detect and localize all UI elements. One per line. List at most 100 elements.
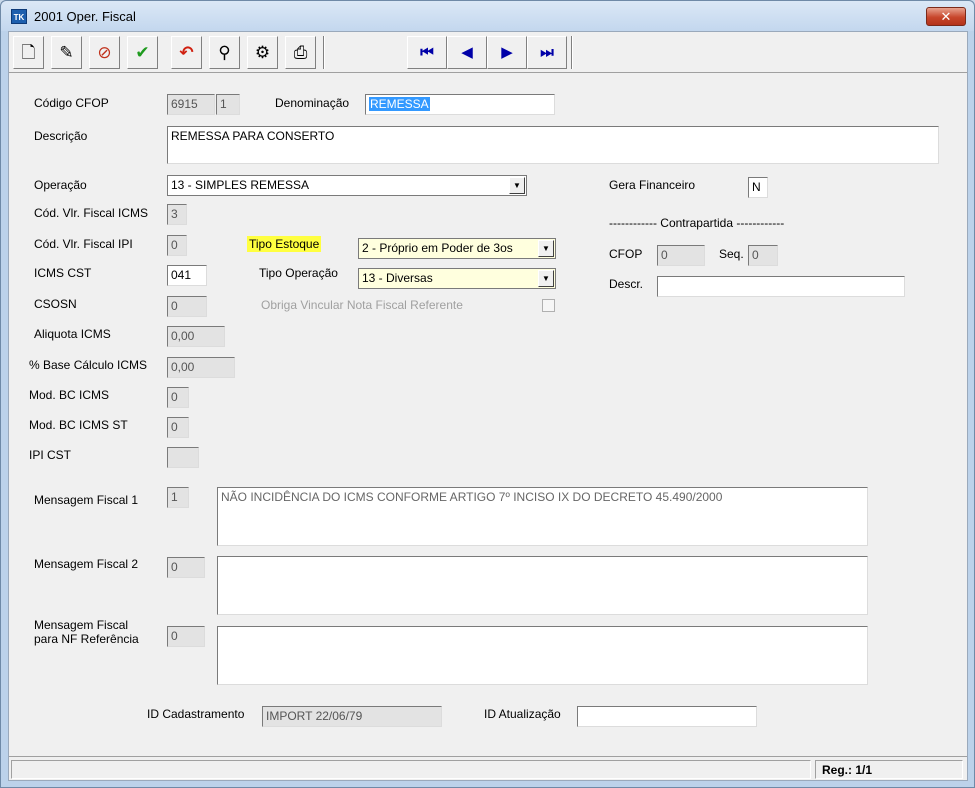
- new-record-button[interactable]: 🗋: [13, 36, 44, 69]
- chevron-down-icon[interactable]: ▼: [538, 240, 554, 257]
- cp-seq-label: Seq.: [719, 247, 744, 261]
- last-icon: ⏭: [540, 44, 554, 61]
- msg2-code-field[interactable]: 0: [167, 557, 205, 578]
- cod-icms-field[interactable]: 3: [167, 204, 187, 225]
- edit-icon: ✎: [59, 43, 74, 62]
- cod-icms-label: Cód. Vlr. Fiscal ICMS: [34, 206, 149, 220]
- msg1-label: Mensagem Fiscal 1: [34, 493, 139, 507]
- aliquota-label: Aliquota ICMS: [34, 327, 111, 341]
- next-icon: ▶: [501, 44, 513, 61]
- prev-icon: ◀: [461, 44, 473, 61]
- last-record-button[interactable]: ⏭: [527, 36, 567, 69]
- record-counter: Reg.: 1/1: [815, 760, 963, 779]
- next-record-button[interactable]: ▶: [487, 36, 527, 69]
- msg3-label-line1: Mensagem Fiscal: [34, 618, 129, 632]
- msg2-text-field[interactable]: [217, 556, 868, 615]
- operacao-value: 13 - SIMPLES REMESSA: [171, 178, 310, 192]
- save-record-button[interactable]: ✔: [127, 36, 158, 69]
- client-area: 🗋 ✎ ⊘ ✔ ↶ ⚲ ⚙ ⎙ ⏮ ◀ ▶ ⏭ Código CFOP 6915…: [8, 31, 968, 781]
- gera-financeiro-label: Gera Financeiro: [609, 178, 696, 192]
- obriga-vincular-checkbox[interactable]: [542, 299, 555, 312]
- tipo-operacao-value: 13 - Diversas: [362, 271, 433, 285]
- app-window: TK 2001 Oper. Fiscal ✕ 🗋 ✎ ⊘ ✔ ↶ ⚲ ⚙ ⎙ ⏮…: [0, 0, 975, 788]
- tipo-estoque-select[interactable]: 2 - Próprio em Poder de 3os ▼: [358, 238, 556, 259]
- toolbar-separator: [323, 36, 325, 69]
- msg3-label-line2: para NF Referência: [34, 632, 139, 646]
- icms-cst-field[interactable]: 041: [167, 265, 207, 286]
- cp-descr-field[interactable]: [657, 276, 905, 297]
- obriga-vincular-label: Obriga Vincular Nota Fiscal Referente: [261, 298, 463, 312]
- gera-financeiro-field[interactable]: N: [748, 177, 768, 198]
- chevron-down-icon[interactable]: ▼: [509, 177, 525, 194]
- denominacao-label: Denominação: [275, 96, 350, 110]
- close-button[interactable]: ✕: [926, 7, 966, 26]
- tipo-estoque-label: Tipo Estoque: [247, 236, 322, 252]
- aliquota-field[interactable]: 0,00: [167, 326, 225, 347]
- window-title: 2001 Oper. Fiscal: [34, 9, 136, 24]
- save-icon: ✔: [135, 43, 150, 62]
- search-icon: ⚲: [218, 43, 231, 62]
- mod-bc-st-field[interactable]: 0: [167, 417, 189, 438]
- msg2-label: Mensagem Fiscal 2: [34, 557, 139, 571]
- toolbar: 🗋 ✎ ⊘ ✔ ↶ ⚲ ⚙ ⎙ ⏮ ◀ ▶ ⏭: [9, 32, 967, 73]
- undo-icon: ↶: [179, 43, 194, 62]
- tipo-operacao-select[interactable]: 13 - Diversas ▼: [358, 268, 556, 289]
- contrapartida-label: ------------ Contrapartida ------------: [609, 216, 785, 230]
- record-navigation: ⏮ ◀ ▶ ⏭: [407, 36, 569, 69]
- cfop-field[interactable]: 6915: [167, 94, 215, 115]
- id-cad-field[interactable]: IMPORT 22/06/79: [262, 706, 442, 727]
- icms-cst-label: ICMS CST: [34, 266, 92, 280]
- msg1-code-field[interactable]: 1: [167, 487, 189, 508]
- base-calc-field[interactable]: 0,00: [167, 357, 235, 378]
- msg3-text-field[interactable]: [217, 626, 868, 685]
- cfop-label: Código CFOP: [34, 96, 109, 110]
- cod-ipi-field[interactable]: 0: [167, 235, 187, 256]
- operacao-label: Operação: [34, 178, 87, 192]
- tools-icon: ⚙: [254, 43, 271, 62]
- base-calc-label: % Base Cálculo ICMS: [29, 358, 148, 372]
- ipi-cst-label: IPI CST: [29, 448, 72, 462]
- cp-cfop-field[interactable]: 0: [657, 245, 705, 266]
- print-icon: ⎙: [293, 43, 308, 62]
- mod-bc-field[interactable]: 0: [167, 387, 189, 408]
- cancel-icon: ⊘: [97, 43, 112, 62]
- cod-ipi-label: Cód. Vlr. Fiscal IPI: [34, 237, 133, 251]
- cancel-record-button[interactable]: ⊘: [89, 36, 120, 69]
- cp-cfop-label: CFOP: [609, 247, 643, 261]
- descricao-field[interactable]: REMESSA PARA CONSERTO: [167, 126, 939, 164]
- edit-record-button[interactable]: ✎: [51, 36, 82, 69]
- cp-seq-field[interactable]: 0: [748, 245, 778, 266]
- tipo-estoque-value: 2 - Próprio em Poder de 3os: [362, 241, 513, 255]
- cp-descr-label: Descr.: [609, 277, 644, 291]
- prev-record-button[interactable]: ◀: [447, 36, 487, 69]
- search-button[interactable]: ⚲: [209, 36, 240, 69]
- mod-bc-label: Mod. BC ICMS: [29, 388, 110, 402]
- status-message: [11, 760, 811, 779]
- print-button[interactable]: ⎙: [285, 36, 316, 69]
- undo-button[interactable]: ↶: [171, 36, 202, 69]
- new-icon: 🗋: [21, 43, 36, 62]
- csosn-field[interactable]: 0: [167, 296, 207, 317]
- first-icon: ⏮: [420, 44, 434, 61]
- mod-bc-st-label: Mod. BC ICMS ST: [29, 418, 128, 432]
- first-record-button[interactable]: ⏮: [407, 36, 447, 69]
- tipo-estoque-highlight: Tipo Estoque: [247, 236, 322, 252]
- ipi-cst-field[interactable]: [167, 447, 199, 468]
- denominacao-value: REMESSA: [369, 97, 430, 111]
- id-atual-label: ID Atualização: [484, 707, 561, 721]
- msg1-text-field[interactable]: NÃO INCIDÊNCIA DO ICMS CONFORME ARTIGO 7…: [217, 487, 868, 546]
- msg3-code-field[interactable]: 0: [167, 626, 205, 647]
- id-cad-label: ID Cadastramento: [147, 707, 245, 721]
- chevron-down-icon[interactable]: ▼: [538, 270, 554, 287]
- csosn-label: CSOSN: [34, 297, 77, 311]
- title-bar[interactable]: TK 2001 Oper. Fiscal ✕: [1, 1, 974, 31]
- status-bar: Reg.: 1/1: [9, 756, 967, 780]
- tools-button[interactable]: ⚙: [247, 36, 278, 69]
- toolbar-separator: [571, 36, 573, 69]
- denominacao-field[interactable]: REMESSA: [365, 94, 555, 115]
- id-atual-field[interactable]: [577, 706, 757, 727]
- tipo-operacao-label: Tipo Operação: [259, 266, 338, 280]
- operacao-select[interactable]: 13 - SIMPLES REMESSA ▼: [167, 175, 527, 196]
- app-icon: TK: [11, 9, 27, 24]
- cfop-seq-field[interactable]: 1: [216, 94, 240, 115]
